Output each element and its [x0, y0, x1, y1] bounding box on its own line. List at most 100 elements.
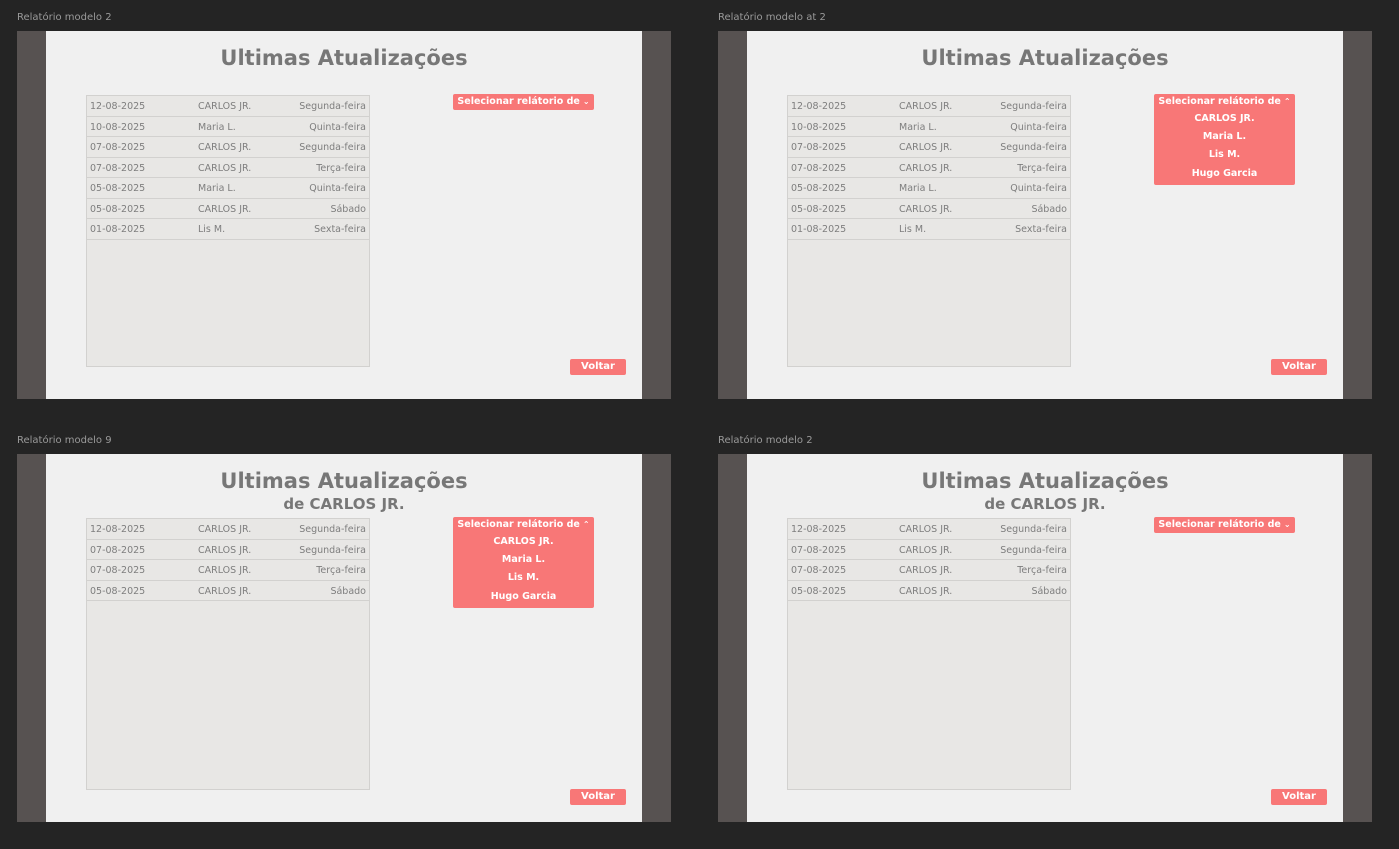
- report-screen: Ultimas Atualizações de CARLOS JR. 12-08…: [46, 454, 642, 822]
- table-row[interactable]: 05-08-2025 Maria L. Quinta-feira: [788, 178, 1070, 199]
- row-date: 12-08-2025: [90, 101, 146, 112]
- dropdown-option[interactable]: CARLOS JR.: [1154, 110, 1295, 128]
- row-date: 05-08-2025: [90, 183, 146, 194]
- report-screen: Ultimas Atualizações de CARLOS JR. 12-08…: [747, 454, 1343, 822]
- chevron-down-icon: ⌄: [1283, 520, 1291, 529]
- table-row[interactable]: 05-08-2025 CARLOS JR. Sábado: [87, 581, 369, 601]
- row-date: 05-08-2025: [791, 183, 847, 194]
- row-name: CARLOS JR.: [198, 565, 252, 576]
- dropdown-option[interactable]: Hugo Garcia: [453, 588, 594, 606]
- row-date: 07-08-2025: [90, 162, 146, 174]
- table-row[interactable]: 07-08-2025 CARLOS JR. Segunda-feira: [788, 137, 1070, 158]
- table-row[interactable]: 07-08-2025 CARLOS JR. Terça-feira: [788, 158, 1070, 178]
- row-date: 05-08-2025: [90, 203, 146, 215]
- row-date: 07-08-2025: [791, 142, 847, 153]
- page-subtitle: de CARLOS JR.: [984, 495, 1106, 513]
- row-weekday: Sexta-feira: [1015, 224, 1067, 235]
- row-date: 07-08-2025: [791, 565, 847, 576]
- dropdown-option[interactable]: Lis M.: [1154, 146, 1295, 164]
- dropdown-option[interactable]: Maria L.: [453, 551, 594, 569]
- row-date: 05-08-2025: [791, 585, 847, 597]
- row-weekday: Quinta-feira: [1010, 121, 1067, 133]
- dropdown-menu: CARLOS JR. Maria L. Lis M. Hugo Garcia: [453, 533, 594, 608]
- table-row[interactable]: 05-08-2025 CARLOS JR. Sábado: [87, 199, 369, 219]
- table-row[interactable]: 07-08-2025 CARLOS JR. Segunda-feira: [87, 137, 369, 158]
- dropdown-menu: CARLOS JR. Maria L. Lis M. Hugo Garcia: [1154, 110, 1295, 185]
- dropdown-option[interactable]: Lis M.: [453, 569, 594, 587]
- row-name: CARLOS JR.: [899, 585, 953, 597]
- dropdown-toggle[interactable]: Selecionar relátorio de ⌄: [1154, 517, 1295, 533]
- row-name: Maria L.: [899, 183, 937, 194]
- row-name: CARLOS JR.: [198, 524, 252, 535]
- table-row[interactable]: 12-08-2025 CARLOS JR. Segunda-feira: [87, 96, 369, 117]
- report-frame: Ultimas Atualizações 12-08-2025 CARLOS JR…: [17, 31, 671, 399]
- row-date: 01-08-2025: [791, 224, 847, 235]
- row-weekday: Terça-feira: [1017, 162, 1067, 174]
- row-weekday: Segunda-feira: [299, 142, 366, 153]
- page-title: Ultimas Atualizações: [220, 46, 468, 70]
- row-date: 01-08-2025: [90, 224, 146, 235]
- row-weekday: Quinta-feira: [309, 183, 366, 194]
- report-frame: Ultimas Atualizações 12-08-2025 CARLOS JR…: [718, 31, 1372, 399]
- table-row[interactable]: 05-08-2025 CARLOS JR. Sábado: [788, 581, 1070, 601]
- report-select-dropdown[interactable]: Selecionar relátorio de ⌄: [1154, 517, 1295, 533]
- report-frame: Ultimas Atualizações de CARLOS JR. 12-08…: [718, 454, 1372, 822]
- dropdown-toggle[interactable]: Selecionar relátorio de ⌃: [453, 517, 594, 533]
- table-row[interactable]: 07-08-2025 CARLOS JR. Terça-feira: [87, 158, 369, 178]
- row-name: Maria L.: [899, 121, 937, 133]
- table-row[interactable]: 12-08-2025 CARLOS JR. Segunda-feira: [788, 96, 1070, 117]
- row-name: CARLOS JR.: [198, 585, 252, 597]
- report-select-dropdown[interactable]: Selecionar relátorio de ⌄: [453, 94, 594, 110]
- table-row[interactable]: 12-08-2025 CARLOS JR. Segunda-feira: [788, 519, 1070, 540]
- back-button[interactable]: Voltar: [1271, 789, 1327, 805]
- row-weekday: Segunda-feira: [1000, 142, 1067, 153]
- dropdown-option[interactable]: Hugo Garcia: [1154, 165, 1295, 183]
- row-weekday: Quinta-feira: [1010, 183, 1067, 194]
- row-date: 10-08-2025: [791, 121, 847, 133]
- row-name: CARLOS JR.: [899, 565, 953, 576]
- frame-label: Relatório modelo at 2: [718, 12, 826, 23]
- dropdown-toggle[interactable]: Selecionar relátorio de ⌃: [1154, 94, 1295, 110]
- frame-label: Relatório modelo 9: [17, 435, 112, 446]
- updates-table: 12-08-2025 CARLOS JR. Segunda-feira 10-08-2…: [787, 95, 1071, 367]
- back-button[interactable]: Voltar: [570, 359, 626, 375]
- table-row[interactable]: 10-08-2025 Maria L. Quinta-feira: [788, 117, 1070, 137]
- back-button[interactable]: Voltar: [1271, 359, 1327, 375]
- table-row[interactable]: 05-08-2025 CARLOS JR. Sábado: [788, 199, 1070, 219]
- report-select-dropdown[interactable]: Selecionar relátorio de ⌃ CARLOS JR. Maria …: [1154, 94, 1295, 185]
- table-row[interactable]: 10-08-2025 Maria L. Quinta-feira: [87, 117, 369, 137]
- dropdown-label: Selecionar relátorio de: [1158, 519, 1281, 530]
- back-button[interactable]: Voltar: [570, 789, 626, 805]
- frame-label: Relatório modelo 2: [718, 435, 813, 446]
- row-name: CARLOS JR.: [198, 162, 252, 174]
- row-weekday: Sábado: [330, 203, 366, 215]
- page-title: Ultimas Atualizações: [921, 469, 1169, 493]
- dropdown-toggle[interactable]: Selecionar relátorio de ⌄: [453, 94, 594, 110]
- row-weekday: Segunda-feira: [1000, 101, 1067, 112]
- report-screen: Ultimas Atualizações 12-08-2025 CARLOS JR…: [747, 31, 1343, 399]
- row-weekday: Segunda-feira: [1000, 544, 1067, 556]
- row-date: 07-08-2025: [90, 565, 146, 576]
- updates-table: 12-08-2025 CARLOS JR. Segunda-feira 07-08-2…: [787, 518, 1071, 790]
- dropdown-option[interactable]: Maria L.: [1154, 128, 1295, 146]
- table-row[interactable]: 01-08-2025 Lis M. Sexta-feira: [788, 219, 1070, 240]
- chevron-up-icon: ⌃: [1283, 97, 1291, 106]
- table-row[interactable]: 07-08-2025 CARLOS JR. Segunda-feira: [788, 540, 1070, 560]
- table-row[interactable]: 05-08-2025 Maria L. Quinta-feira: [87, 178, 369, 199]
- table-row[interactable]: 01-08-2025 Lis M. Sexta-feira: [87, 219, 369, 240]
- row-weekday: Terça-feira: [1017, 565, 1067, 576]
- row-name: CARLOS JR.: [899, 162, 953, 174]
- report-select-dropdown[interactable]: Selecionar relátorio de ⌃ CARLOS JR. Maria …: [453, 517, 594, 608]
- dropdown-option[interactable]: CARLOS JR.: [453, 533, 594, 551]
- row-weekday: Segunda-feira: [299, 544, 366, 556]
- row-weekday: Sábado: [1031, 203, 1067, 215]
- table-row[interactable]: 07-08-2025 CARLOS JR. Terça-feira: [788, 560, 1070, 581]
- row-name: CARLOS JR.: [899, 142, 953, 153]
- row-name: CARLOS JR.: [899, 544, 953, 556]
- row-name: Maria L.: [198, 183, 236, 194]
- table-row[interactable]: 12-08-2025 CARLOS JR. Segunda-feira: [87, 519, 369, 540]
- table-row[interactable]: 07-08-2025 CARLOS JR. Terça-feira: [87, 560, 369, 581]
- table-row[interactable]: 07-08-2025 CARLOS JR. Segunda-feira: [87, 540, 369, 560]
- dropdown-label: Selecionar relátorio de: [457, 519, 580, 530]
- row-weekday: Sábado: [1031, 585, 1067, 597]
